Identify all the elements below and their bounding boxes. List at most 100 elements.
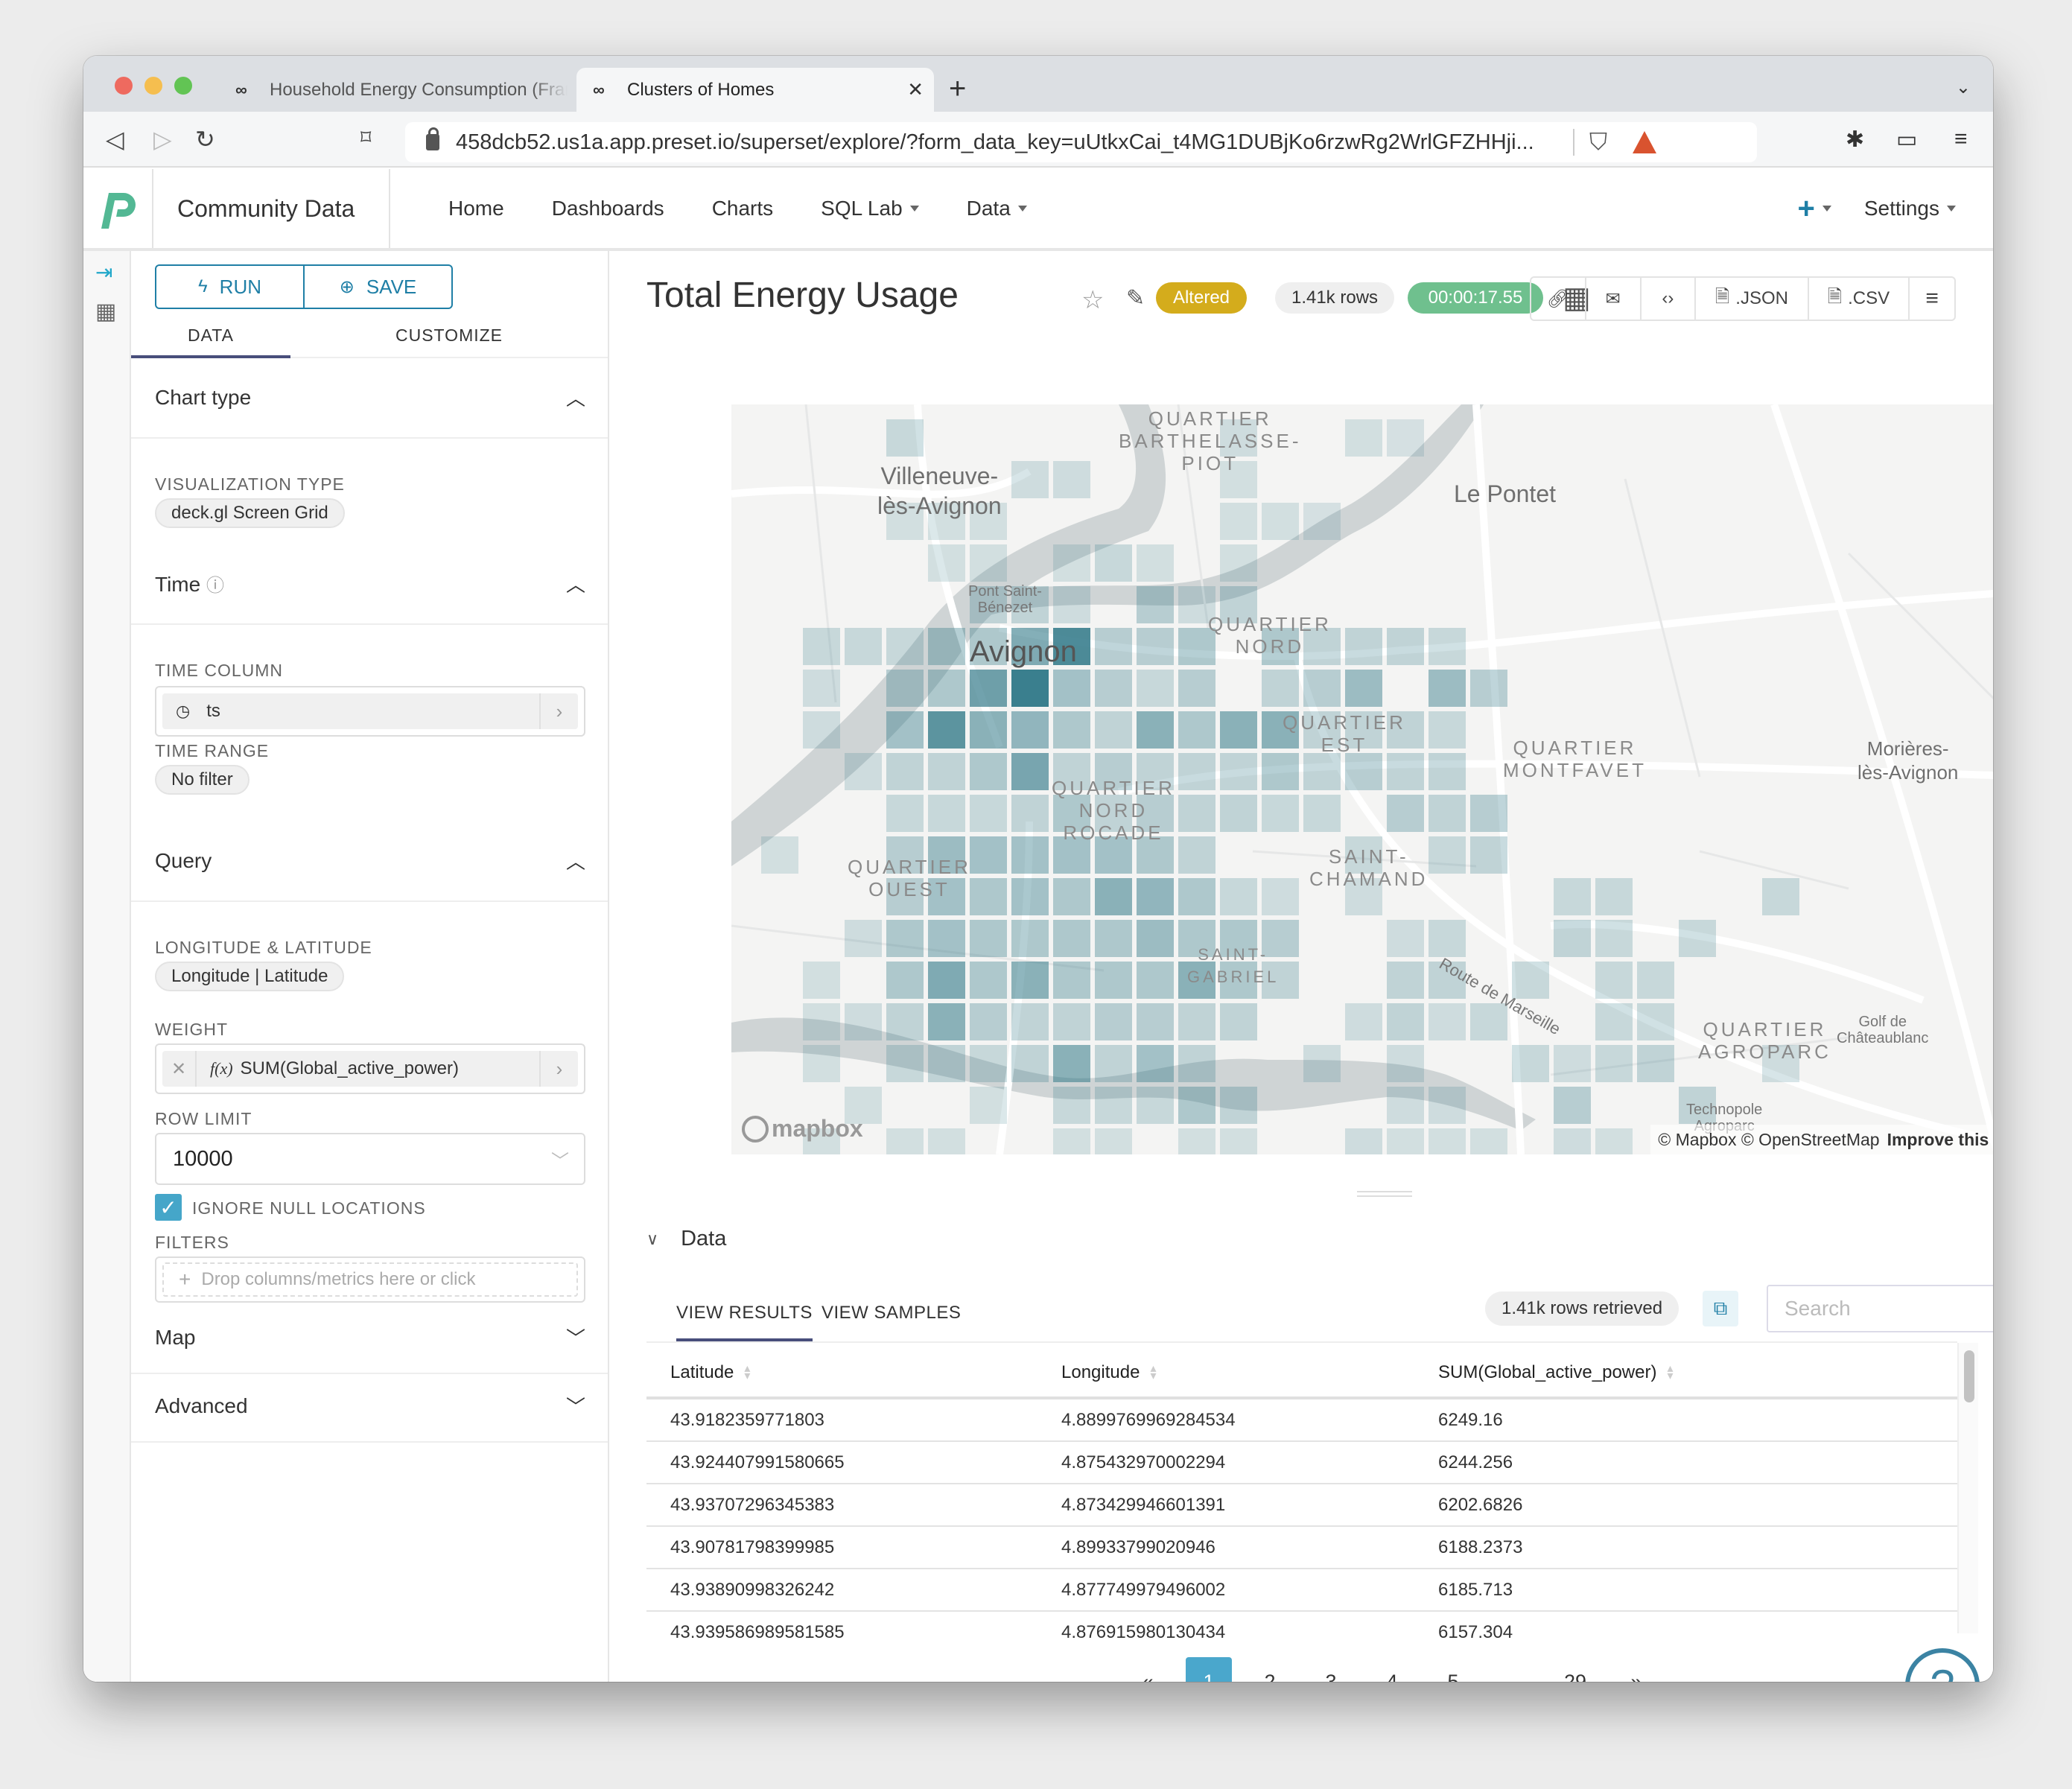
grid-cell[interactable]: [1262, 753, 1299, 790]
run-button[interactable]: ϟ RUN: [156, 266, 303, 308]
grid-cell[interactable]: [803, 962, 840, 999]
back-icon[interactable]: ◁: [106, 125, 124, 153]
grid-cell[interactable]: [1178, 753, 1215, 790]
grid-cell[interactable]: [1011, 670, 1049, 707]
grid-cell[interactable]: [1095, 1128, 1132, 1154]
grid-cell[interactable]: [1011, 920, 1049, 957]
grid-cell[interactable]: [1262, 795, 1299, 832]
grid-cell[interactable]: [1095, 920, 1132, 957]
grid-cell[interactable]: [1053, 1045, 1090, 1082]
grid-cell[interactable]: [1429, 1087, 1466, 1124]
address-bar[interactable]: 458dcb52.us1a.app.preset.io/superset/exp…: [405, 122, 1757, 162]
grid-cell[interactable]: [1387, 920, 1424, 957]
grid-cell[interactable]: [1554, 1087, 1591, 1124]
grid-cell[interactable]: [1595, 962, 1633, 999]
grid-cell[interactable]: [970, 544, 1007, 582]
reload-icon[interactable]: ↻: [195, 125, 215, 153]
grid-cell[interactable]: [1137, 920, 1174, 957]
grid-cell[interactable]: [1137, 1045, 1174, 1082]
grid-cell[interactable]: [1637, 1045, 1674, 1082]
grid-cell[interactable]: [1220, 1003, 1257, 1040]
grid-cell[interactable]: [1137, 711, 1174, 749]
grid-cell[interactable]: [886, 920, 924, 957]
grid-cell[interactable]: [928, 920, 965, 957]
grid-cell[interactable]: [1220, 1128, 1257, 1154]
grid-cell[interactable]: [1137, 878, 1174, 915]
grid-cell[interactable]: [1595, 1045, 1633, 1082]
grid-cell[interactable]: [928, 753, 965, 790]
grid-cell[interactable]: [1303, 1045, 1341, 1082]
grid-cell[interactable]: [886, 628, 924, 665]
lonlat-pill[interactable]: Longitude | Latitude: [155, 962, 345, 991]
grid-cell[interactable]: [1178, 1003, 1215, 1040]
grid-cell[interactable]: [1429, 1003, 1466, 1040]
grid-cell[interactable]: [886, 711, 924, 749]
grid-cell[interactable]: [886, 670, 924, 707]
tab-view-samples[interactable]: VIEW SAMPLES: [822, 1303, 961, 1324]
ignore-null-checkbox[interactable]: ✓: [155, 1194, 182, 1221]
settings-menu[interactable]: Settings: [1864, 197, 1939, 220]
grid-cell[interactable]: [1387, 795, 1424, 832]
page-3[interactable]: 3: [1308, 1657, 1354, 1682]
weight-field[interactable]: ✕ f(x) SUM(Global_active_power) ›: [155, 1043, 585, 1094]
page-29[interactable]: 29: [1552, 1657, 1598, 1682]
page-5[interactable]: 5: [1430, 1657, 1476, 1682]
browser-tab-clusters[interactable]: ∞ Clusters of Homes ✕: [576, 68, 934, 112]
grid-cell[interactable]: [970, 670, 1007, 707]
grid-cell[interactable]: [803, 628, 840, 665]
grid-cell[interactable]: [886, 1128, 924, 1154]
grid-cell[interactable]: [1345, 753, 1382, 790]
nav-home[interactable]: Home: [448, 197, 504, 220]
grid-cell[interactable]: [1053, 711, 1090, 749]
grid-cell[interactable]: [970, 795, 1007, 832]
grid-cell[interactable]: [1345, 1003, 1382, 1040]
grid-cell[interactable]: [1595, 878, 1633, 915]
grid-cell[interactable]: [1387, 753, 1424, 790]
grid-cell[interactable]: [886, 795, 924, 832]
tab-customize[interactable]: CUSTOMIZE: [290, 317, 608, 358]
grid-cell[interactable]: [1137, 544, 1174, 582]
mapbox-logo[interactable]: mapbox: [742, 1115, 863, 1143]
grid-cell[interactable]: [1595, 1128, 1633, 1154]
grid-cell[interactable]: [1303, 670, 1341, 707]
attribution-text[interactable]: © Mapbox © OpenStreetMap: [1658, 1130, 1879, 1150]
grid-cell[interactable]: [1262, 503, 1299, 540]
grid-cell[interactable]: [1345, 670, 1382, 707]
grid-cell[interactable]: [1554, 1128, 1591, 1154]
grid-cell[interactable]: [1595, 920, 1633, 957]
page-next[interactable]: »: [1613, 1657, 1659, 1682]
grid-cell[interactable]: [886, 753, 924, 790]
scrollbar-thumb[interactable]: [1964, 1350, 1974, 1402]
grid-cell[interactable]: [1178, 711, 1215, 749]
grid-cell[interactable]: [1262, 670, 1299, 707]
time-range-pill[interactable]: No filter: [155, 765, 250, 795]
nav-data[interactable]: Data: [967, 197, 1027, 220]
grid-cell[interactable]: [1178, 1128, 1215, 1154]
nav-dashboards[interactable]: Dashboards: [552, 197, 664, 220]
grid-cell[interactable]: [1053, 920, 1090, 957]
grid-cell[interactable]: [1137, 670, 1174, 707]
grid-cell[interactable]: [1178, 670, 1215, 707]
grid-cell[interactable]: [1095, 1003, 1132, 1040]
column-header-latitude[interactable]: Latitude ▴ ▾: [670, 1362, 750, 1383]
grid-cell[interactable]: [1470, 795, 1507, 832]
tab-view-results[interactable]: VIEW RESULTS: [676, 1303, 813, 1341]
grid-cell[interactable]: [1429, 753, 1466, 790]
grid-cell[interactable]: [1011, 962, 1049, 999]
grid-cell[interactable]: [803, 1045, 840, 1082]
chevron-right-icon[interactable]: ›: [539, 693, 578, 729]
section-advanced[interactable]: Advanced ﹀: [155, 1392, 585, 1420]
grid-cell[interactable]: [1429, 628, 1466, 665]
export-json-button[interactable]: 🗎︎ .JSON: [1696, 278, 1809, 320]
grid-cell[interactable]: [1303, 795, 1341, 832]
page-4[interactable]: 4: [1369, 1657, 1415, 1682]
grid-cell[interactable]: [1220, 1087, 1257, 1124]
grid-cell[interactable]: [1053, 586, 1090, 623]
brave-shield-icon[interactable]: ⛉: [1589, 128, 1607, 156]
grid-cell[interactable]: [1053, 1087, 1090, 1124]
grid-cell[interactable]: [970, 1045, 1007, 1082]
tab-search-chevron-icon[interactable]: ⌄: [1956, 77, 1971, 98]
altered-badge[interactable]: Altered: [1156, 282, 1247, 314]
page-2[interactable]: 2: [1247, 1657, 1293, 1682]
grid-cell[interactable]: [1220, 753, 1257, 790]
